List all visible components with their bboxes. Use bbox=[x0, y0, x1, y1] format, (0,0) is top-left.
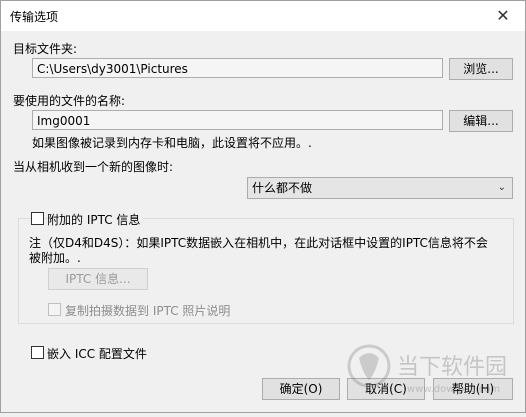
iptc-checkbox[interactable] bbox=[31, 212, 44, 225]
on-receive-label: 当从相机收到一个新的图像时: bbox=[13, 160, 174, 174]
target-folder-field[interactable]: C:\Users\dy3001\Pictures bbox=[32, 58, 443, 78]
file-name-note: 如果图像被记录到内存卡和电脑，此设置将不应用。. bbox=[32, 136, 312, 150]
cancel-button[interactable]: 取消(C) bbox=[347, 378, 425, 400]
chevron-down-icon: ⌄ bbox=[497, 182, 506, 193]
transfer-options-dialog: 传输选项 ✕ 目标文件夹: C:\Users\dy3001\Pictures 浏… bbox=[0, 0, 526, 413]
on-receive-select[interactable]: 什么都不做 ⌄ bbox=[247, 177, 513, 199]
file-name-field[interactable]: Img0001 bbox=[32, 110, 443, 130]
embed-icc-checkbox[interactable] bbox=[31, 346, 44, 359]
iptc-info-button[interactable]: IPTC 信息... bbox=[48, 268, 148, 290]
close-icon[interactable]: ✕ bbox=[491, 4, 515, 28]
copy-shooting-data-label: 复制拍摄数据到 IPTC 照片说明 bbox=[65, 304, 231, 318]
help-button[interactable]: 帮助(H) bbox=[433, 378, 513, 400]
copy-shooting-data-checkbox[interactable] bbox=[48, 303, 61, 316]
window-title: 传输选项 bbox=[10, 10, 59, 24]
iptc-note-line1: 注（仅D4和D4S）：如果IPTC数据嵌入在相机中，在此对话框中设置的IPTC信… bbox=[29, 236, 488, 250]
watermark-text: 当下软件园 bbox=[397, 355, 507, 380]
iptc-checkbox-label: 附加的 IPTC 信息 bbox=[47, 211, 144, 228]
edit-button[interactable]: 编辑... bbox=[449, 110, 513, 132]
file-name-label: 要使用的文件的名称: bbox=[13, 94, 126, 108]
target-folder-label: 目标文件夹: bbox=[13, 42, 78, 56]
on-receive-selected-value: 什么都不做 bbox=[252, 181, 313, 195]
title-bar: 传输选项 ✕ bbox=[1, 1, 525, 31]
ok-button[interactable]: 确定(O) bbox=[262, 378, 340, 400]
iptc-note-line2: 被附加。. bbox=[29, 251, 81, 265]
browse-button[interactable]: 浏览... bbox=[449, 58, 513, 80]
embed-icc-label: 嵌入 ICC 配置文件 bbox=[47, 347, 147, 361]
